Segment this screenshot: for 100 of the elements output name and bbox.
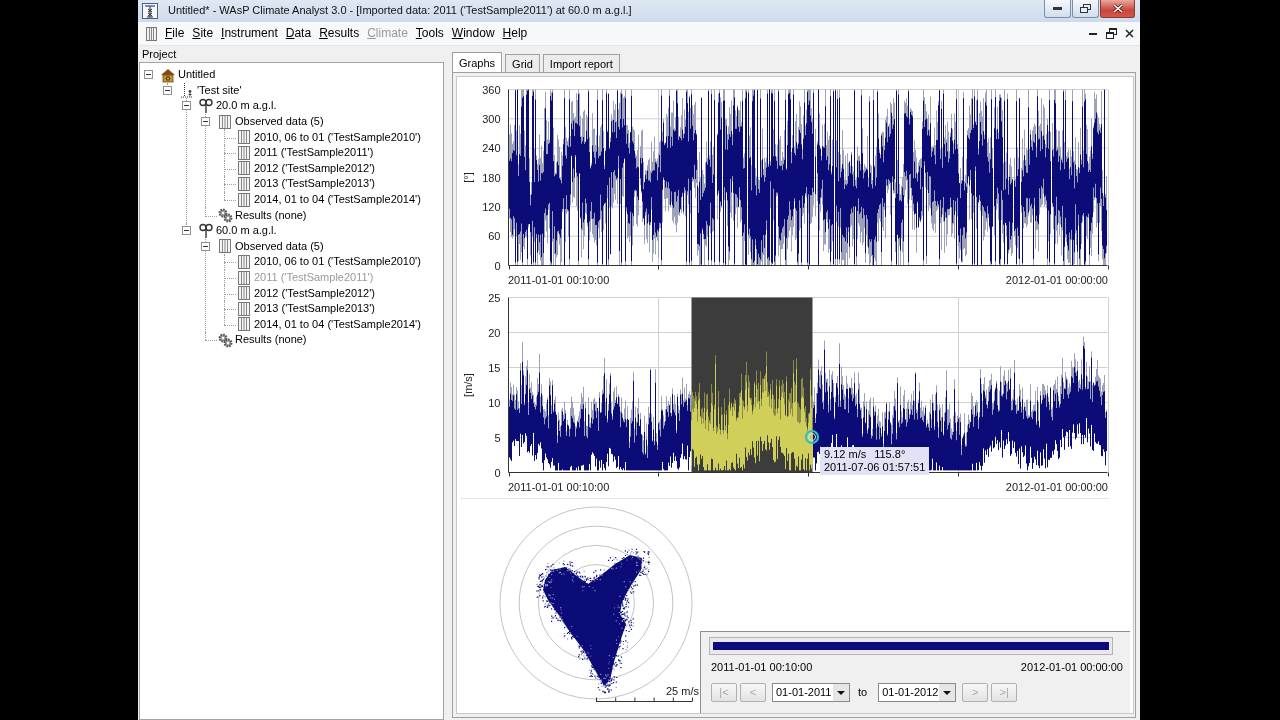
table-icon: [236, 316, 252, 333]
mast-icon: [179, 82, 195, 99]
tree-item[interactable]: Observed data (5): [234, 239, 325, 253]
tree-item[interactable]: 2010, 06 to 01 ('TestSample2010'): [253, 255, 422, 269]
x-axis-label: 2011-01-01 00:10:00: [508, 274, 610, 286]
gears-icon: [217, 331, 233, 348]
y-tick-label: 0: [494, 466, 501, 479]
direction-reading: 115.8°: [874, 448, 906, 461]
close-icon: [1112, 4, 1123, 13]
table-icon: [236, 300, 252, 317]
y-tick-label: 300: [482, 112, 501, 125]
y-tick-label: 60: [488, 230, 501, 243]
tree-item[interactable]: 2011 ('TestSample2011'): [253, 146, 375, 160]
range-separator-text: to: [858, 686, 868, 700]
menu-item[interactable]: Data: [281, 25, 316, 42]
minimize-icon: [1089, 32, 1097, 35]
window-title: Untitled* - WAsP Climate Analyst 3.0 - [Imported data: 2011 ('TestSample2011') at 60.0 m a.g.l.]: [168, 4, 632, 18]
y-tick-label: 180: [482, 171, 501, 184]
restore-button[interactable]: [1103, 26, 1119, 41]
gears-icon: [217, 207, 233, 224]
y-tick-label: 120: [482, 200, 501, 213]
table-icon: [236, 191, 252, 208]
collapse-toggle[interactable]: [201, 117, 210, 127]
tree-item[interactable]: Results (none): [234, 208, 308, 222]
x-axis-label: 2012-01-01 00:00:00: [1005, 481, 1108, 493]
menu-item[interactable]: File: [161, 25, 189, 42]
tree-item[interactable]: 2012 ('TestSample2012'): [253, 286, 376, 300]
range-end-label: 2012-01-01 00:00:00: [1020, 661, 1123, 675]
caret-icon: [833, 684, 849, 702]
tree-item[interactable]: 60.0 m a.g.l.: [215, 224, 278, 238]
mast-icon: [142, 3, 158, 19]
collapse-toggle[interactable]: [182, 101, 191, 111]
table-icon: [236, 253, 252, 270]
anemometer-icon: [198, 98, 214, 114]
axis-title: [m/s]: [462, 373, 474, 397]
y-tick-label: 25: [488, 291, 501, 304]
pane-title: Project: [141, 47, 177, 62]
y-tick-label: 10: [488, 396, 501, 409]
restore-button[interactable]: [1072, 0, 1099, 18]
tree-item[interactable]: 2012 ('TestSample2012'): [253, 161, 376, 175]
y-tick-label: 240: [482, 142, 501, 155]
y-tick-label: 15: [488, 361, 501, 374]
tab[interactable]: Import report: [542, 54, 620, 72]
menu-item[interactable]: Results: [315, 25, 364, 42]
tree-item[interactable]: 2014, 01 to 04 ('TestSample2014'): [253, 317, 422, 331]
scale-label: 25 m/s: [666, 685, 699, 697]
collapse-toggle[interactable]: [201, 241, 210, 251]
tree-item[interactable]: Observed data (5): [234, 115, 325, 129]
speed-reading: 9.12 m/s: [824, 448, 867, 461]
x-axis-label: 2012-01-01 00:00:00: [1005, 274, 1108, 286]
table-icon[interactable]: [146, 26, 157, 41]
tree-item[interactable]: 2013 ('TestSample2013'): [253, 302, 376, 316]
tree-item[interactable]: Untitled: [177, 68, 217, 82]
y-tick-label: 5: [494, 431, 501, 444]
tree-item[interactable]: 2010, 06 to 01 ('TestSample2010'): [253, 130, 422, 144]
table-icon: [236, 269, 252, 286]
minimize-button[interactable]: [1044, 0, 1071, 18]
tree-item[interactable]: 2014, 01 to 04 ('TestSample2014'): [253, 192, 422, 207]
collapse-toggle[interactable]: [144, 70, 153, 80]
timestamp-reading: 2011-07-06 01:57:51: [824, 461, 926, 474]
restore-icon: [1105, 28, 1117, 39]
table-icon: [236, 129, 252, 146]
table-icon: [217, 238, 233, 255]
menu-item[interactable]: Tools: [411, 25, 448, 42]
table-icon: [217, 113, 233, 130]
menu-item[interactable]: Site: [188, 25, 218, 42]
tree-item[interactable]: 2013 ('TestSample2013'): [253, 177, 376, 191]
y-tick-label: 0: [494, 259, 501, 272]
tree-item[interactable]: 20.0 m a.g.l.: [215, 99, 278, 113]
anemometer-icon: [198, 222, 214, 239]
table-icon: [236, 144, 252, 161]
tree-item[interactable]: Results (none): [234, 333, 308, 347]
tab[interactable]: Grid: [505, 54, 540, 72]
close-icon: [1124, 29, 1134, 38]
caret-icon: [939, 684, 956, 702]
close-button[interactable]: [1100, 0, 1135, 18]
table-icon: [236, 160, 252, 177]
restore-icon: [1080, 4, 1091, 13]
table-icon: [236, 285, 252, 302]
range-start-label: 2011-01-01 00:10:00: [711, 661, 813, 675]
house-icon: [160, 66, 176, 83]
cursor-ring-icon: [804, 429, 820, 445]
x-axis-label: 2011-01-01 00:10:00: [508, 481, 610, 493]
menu-item[interactable]: Help: [498, 25, 532, 42]
wind-speed-plot[interactable]: [508, 297, 1109, 477]
axis-title: [°]: [462, 172, 474, 183]
collapse-toggle[interactable]: [182, 226, 191, 236]
minimize-icon: [1053, 7, 1062, 10]
date-dropdown[interactable]: 01-01-2011: [772, 683, 850, 703]
y-tick-label: 20: [488, 326, 501, 339]
collapse-toggle[interactable]: [163, 85, 172, 95]
date-dropdown[interactable]: 01-01-2012: [878, 683, 957, 703]
y-tick-label: 360: [482, 83, 501, 96]
menu-item[interactable]: Instrument: [217, 25, 282, 42]
tab[interactable]: Graphs: [452, 52, 503, 72]
period-range-track[interactable]: [709, 637, 1113, 655]
menu-item[interactable]: Window: [447, 25, 499, 42]
table-icon: [236, 175, 252, 192]
wind-direction-plot[interactable]: [508, 89, 1109, 270]
tree-item[interactable]: 'Test site': [196, 83, 243, 97]
